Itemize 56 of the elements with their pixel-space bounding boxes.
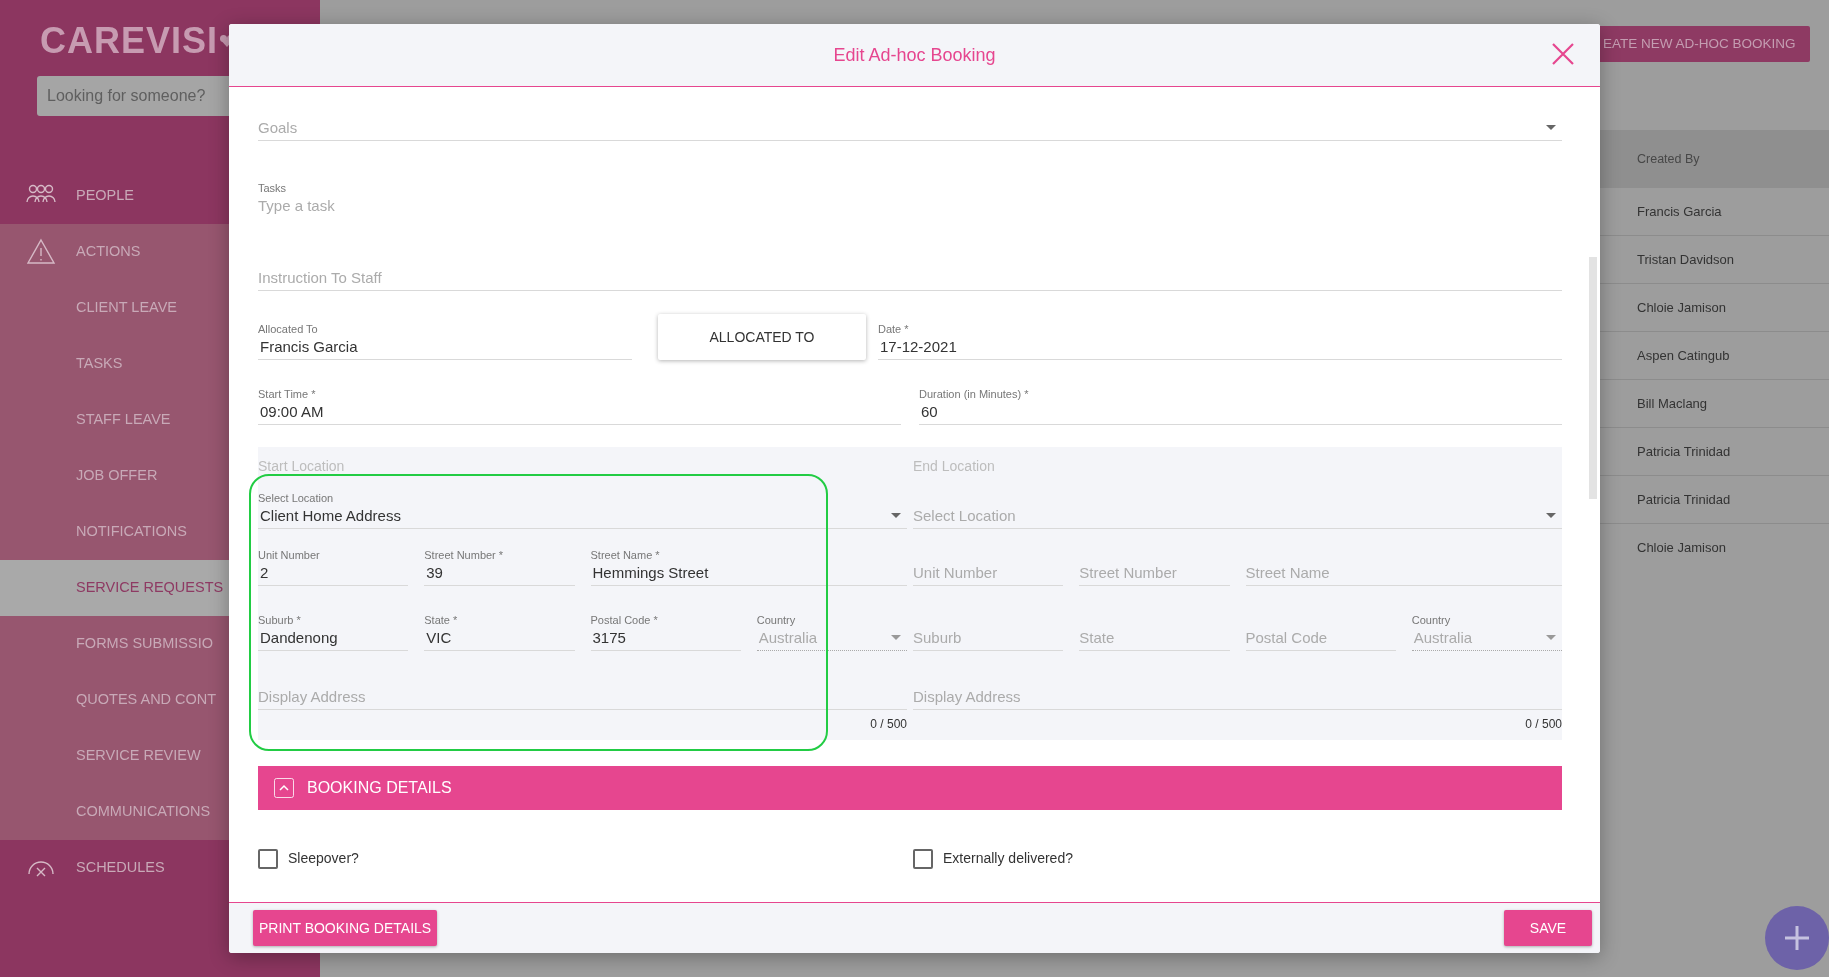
input-field[interactable]: Allocated To Francis Garcia: [258, 315, 632, 360]
table-cell-text: Aspen Catingub: [1637, 346, 1730, 365]
checkbox[interactable]: [913, 848, 933, 869]
select-field[interactable]: Select Location: [913, 489, 1562, 529]
character-counter: 0 / 500: [869, 716, 907, 733]
input-field[interactable]: Start Time * 09:00 AM: [258, 380, 901, 425]
input-field[interactable]: Postal Code: [1245, 606, 1396, 651]
input-field[interactable]: Tasks Type a task: [258, 181, 1562, 233]
checkbox-label: Externally delivered?: [943, 849, 1073, 868]
input-field[interactable]: State: [1079, 606, 1230, 651]
table-cell-text: Bill Maclang: [1637, 394, 1708, 413]
caret-icon: [1546, 513, 1556, 518]
plus-icon: [1783, 924, 1811, 952]
input-field[interactable]: Street Name: [1245, 541, 1562, 586]
input-field[interactable]: State * VIC: [424, 606, 575, 651]
input-field[interactable]: Duration (in Minutes) * 60: [919, 380, 1562, 425]
input-field[interactable]: Street Number: [1079, 541, 1230, 586]
column-header[interactable]: Created By: [1637, 149, 1700, 169]
table-cell-text: Chloie Jamison: [1637, 298, 1726, 317]
table-cell-text: Chloie Jamison: [1637, 539, 1726, 558]
table-cell-text: Tristan Davidson: [1637, 250, 1735, 269]
input-field[interactable]: Suburb * Dandenong: [258, 606, 409, 651]
input-field[interactable]: Instruction To Staff: [258, 251, 1562, 291]
input-field[interactable]: Street Number * 39: [424, 541, 575, 586]
input-field[interactable]: Display Address: [258, 660, 907, 710]
save-button[interactable]: SAVE: [1504, 910, 1592, 946]
create-booking-button[interactable]: EATE NEW AD-HOC BOOKING: [1600, 26, 1810, 62]
table-cell-text: Francis Garcia: [1637, 202, 1722, 221]
print-button[interactable]: PRINT BOOKING DETAILS: [253, 910, 438, 946]
checkbox-label: Sleepover?: [288, 849, 359, 868]
warning-icon: [26, 238, 56, 265]
input-field[interactable]: Date * 17-12-2021: [878, 315, 1562, 360]
select-field[interactable]: Select Location Client Home Address: [258, 489, 907, 529]
character-counter: 0 / 500: [1524, 716, 1562, 733]
section-title: Start Location: [258, 457, 346, 476]
caret-icon: [1546, 635, 1556, 640]
close-icon[interactable]: [1552, 43, 1574, 65]
input-field[interactable]: Unit Number: [913, 541, 1064, 586]
caret-icon: [1546, 125, 1556, 130]
allocate-button[interactable]: ALLOCATED TO: [658, 314, 866, 360]
input-field[interactable]: Postal Code * 3175: [590, 606, 741, 651]
section-header[interactable]: BOOKING DETAILS: [258, 766, 1562, 810]
logo: CAREVISI: [40, 23, 219, 59]
modal-title: Edit Ad-hoc Booking: [833, 43, 996, 67]
select-field[interactable]: Goals: [258, 109, 1562, 141]
table-cell-text: Patricia Trinidad: [1637, 490, 1731, 509]
caret-icon: [891, 513, 901, 518]
table-cell-text: Patricia Trinidad: [1637, 442, 1731, 461]
input-field[interactable]: Suburb: [913, 606, 1064, 651]
input-field[interactable]: Street Name * Hemmings Street: [590, 541, 907, 586]
input-field[interactable]: Unit Number 2: [258, 541, 409, 586]
caret-icon: [891, 635, 901, 640]
section-title: End Location: [913, 457, 996, 476]
scrollbar[interactable]: [1589, 257, 1597, 499]
input-field[interactable]: Display Address: [913, 660, 1562, 710]
checkbox[interactable]: [258, 848, 278, 869]
